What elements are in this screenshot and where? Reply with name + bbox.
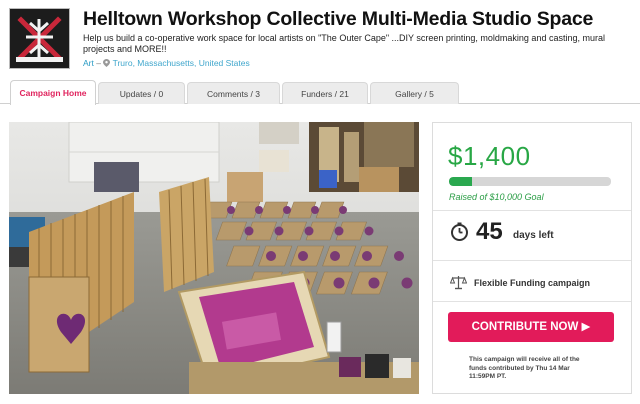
balance-scale-icon [450,276,467,290]
category-link[interactable]: Art [83,58,94,68]
campaign-tabs: Campaign Home Updates / 0 Comments / 3 F… [0,80,640,105]
amount-raised: $1,400 [448,141,531,171]
contribute-now-button[interactable]: CONTRIBUTE NOW ▶ [448,312,614,342]
meta-separator: – [96,58,101,68]
campaign-title: Helltown Workshop Collective Multi-Media… [83,8,594,30]
funding-progress-bar [449,177,611,186]
divider [433,301,631,302]
campaign-meta: Art – Truro, Massachusetts, United State… [83,58,250,68]
workshop-photo-image [9,122,419,394]
stopwatch-icon [451,222,468,241]
divider [433,260,631,261]
helltown-logo-icon [10,9,69,68]
days-left-label: days left [513,230,554,241]
campaign-logo[interactable] [9,8,70,69]
tab-gallery[interactable]: Gallery / 5 [370,82,459,104]
tab-comments[interactable]: Comments / 3 [187,82,280,104]
tab-updates[interactable]: Updates / 0 [98,82,185,104]
location-pin-icon [103,59,111,67]
funding-note: This campaign will receive all of the fu… [469,356,580,380]
tab-campaign-home[interactable]: Campaign Home [10,80,96,105]
campaign-description: Help us build a co-operative work space … [83,33,605,54]
funding-progress-fill [449,177,472,186]
goal-text: Raised of $10,000 Goal [449,192,544,202]
campaign-header: Helltown Workshop Collective Multi-Media… [0,0,640,78]
campaign-photo [9,122,419,394]
funding-type-label: Flexible Funding campaign [474,278,591,288]
divider [433,210,631,211]
funding-sidebar: $1,400 Raised of $10,000 Goal 45 days le… [432,122,632,394]
days-left-number: 45 [476,218,503,245]
location-link[interactable]: Truro, Massachusetts, United States [113,58,250,68]
tab-funders[interactable]: Funders / 21 [282,82,368,104]
